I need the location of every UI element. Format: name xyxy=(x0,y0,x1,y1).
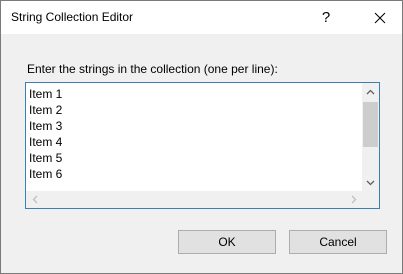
vertical-scrollbar[interactable] xyxy=(362,83,379,191)
chevron-left-icon xyxy=(32,195,37,204)
close-button[interactable] xyxy=(357,1,402,34)
cancel-button[interactable]: Cancel xyxy=(289,230,387,254)
scroll-down-button[interactable] xyxy=(362,174,379,191)
title-bar[interactable]: String Collection Editor ? xyxy=(1,1,402,34)
close-icon xyxy=(374,12,385,23)
list-item[interactable]: Item 4 xyxy=(29,134,369,150)
list-item[interactable]: Item 6 xyxy=(29,166,369,182)
strings-lines: Item 1 Item 2 Item 3 Item 4 Item 5 Item … xyxy=(29,86,369,182)
scroll-up-button[interactable] xyxy=(362,83,379,100)
scroll-left-button[interactable] xyxy=(26,191,43,208)
string-collection-editor-dialog: String Collection Editor ? Enter the str… xyxy=(0,0,403,274)
list-item[interactable]: Item 5 xyxy=(29,150,369,166)
scroll-right-button[interactable] xyxy=(345,191,362,208)
help-button[interactable]: ? xyxy=(303,1,349,34)
ok-button[interactable]: OK xyxy=(178,230,276,254)
horizontal-scrollbar[interactable] xyxy=(26,191,362,208)
scrollbar-corner xyxy=(361,191,379,208)
chevron-down-icon xyxy=(366,180,375,185)
list-item[interactable]: Item 3 xyxy=(29,118,369,134)
chevron-right-icon xyxy=(351,195,356,204)
vertical-scroll-thumb[interactable] xyxy=(363,102,378,147)
list-item[interactable]: Item 1 xyxy=(29,86,369,102)
chevron-up-icon xyxy=(366,89,375,94)
window-title: String Collection Editor xyxy=(11,10,134,24)
instruction-label: Enter the strings in the collection (one… xyxy=(27,62,278,76)
list-item[interactable]: Item 2 xyxy=(29,102,369,118)
strings-textbox[interactable]: Item 1 Item 2 Item 3 Item 4 Item 5 Item … xyxy=(25,82,380,209)
